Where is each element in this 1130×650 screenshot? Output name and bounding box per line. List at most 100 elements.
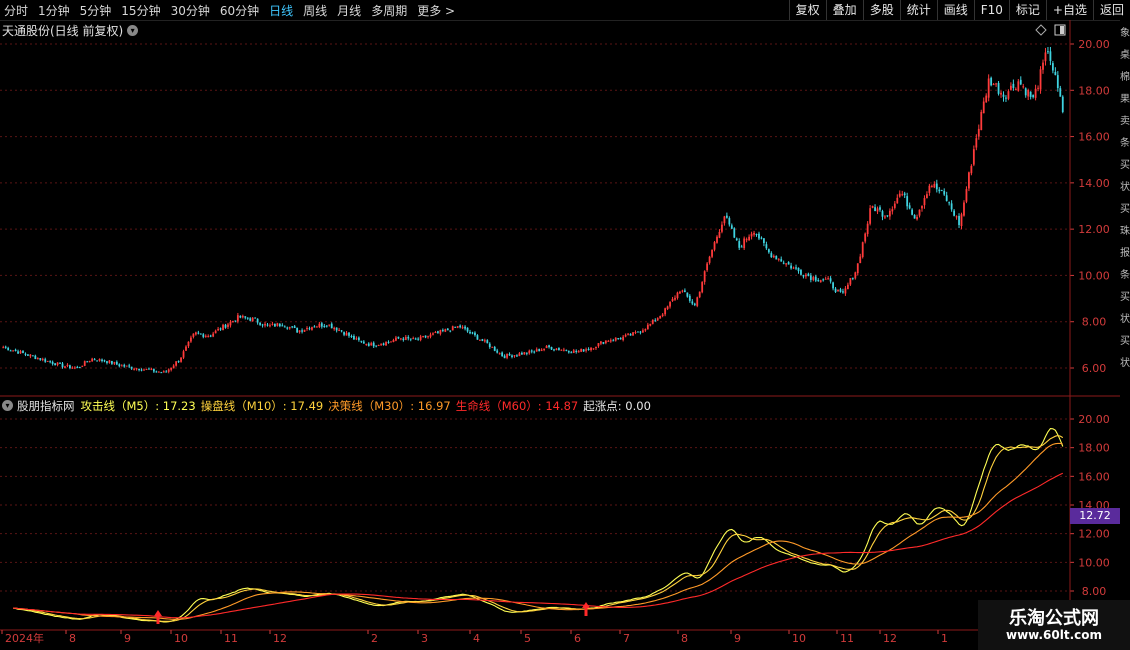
- candle-body: [380, 344, 383, 346]
- candle-body: [152, 369, 155, 372]
- candle-body: [580, 348, 583, 352]
- candle-body: [54, 363, 56, 366]
- candle-body: [661, 314, 664, 317]
- candle-body: [209, 335, 212, 337]
- candle-body: [301, 330, 303, 332]
- candle-body: [733, 228, 736, 238]
- candle-body: [69, 365, 71, 369]
- candle-body: [66, 364, 69, 366]
- candle-body: [926, 194, 928, 199]
- chart-title-bar: 天通股份(日线 前复权) ▾: [2, 22, 139, 38]
- candle-body: [686, 292, 689, 297]
- toolbar-button[interactable]: 复权: [788, 0, 826, 20]
- candle-body: [113, 362, 116, 364]
- period-tab[interactable]: 更多 >: [417, 2, 455, 19]
- candle-body: [471, 332, 474, 334]
- candle-body: [558, 348, 560, 350]
- candle-body: [1002, 94, 1005, 97]
- candle-body: [244, 316, 247, 318]
- period-tab[interactable]: 多周期: [371, 2, 407, 19]
- period-tab[interactable]: 分时: [4, 2, 28, 19]
- period-tab[interactable]: 5分钟: [80, 2, 112, 19]
- y-tick-label: 6.00: [1082, 362, 1107, 375]
- candle-body: [160, 372, 163, 374]
- candle-body: [1012, 83, 1015, 88]
- candle-body: [849, 278, 852, 285]
- toolbar-button[interactable]: 画线: [936, 0, 974, 20]
- candle-body: [187, 341, 190, 347]
- candle-body: [397, 336, 400, 339]
- candle-body: [871, 205, 874, 208]
- candle-body: [165, 371, 168, 373]
- candle-body: [683, 290, 686, 292]
- period-tab[interactable]: 60分钟: [220, 2, 259, 19]
- toolbar-button[interactable]: 标记: [1008, 0, 1046, 20]
- candle-body: [259, 322, 261, 325]
- candle-body: [172, 365, 175, 369]
- candle-body: [1049, 51, 1052, 62]
- candle-body: [498, 353, 501, 355]
- toolbar-button[interactable]: 返回: [1092, 0, 1130, 20]
- candle-body: [197, 332, 200, 334]
- candle-body: [377, 345, 380, 347]
- candle-body: [303, 329, 306, 332]
- toolbar-button[interactable]: 统计: [899, 0, 937, 20]
- strip-char: 报: [1120, 248, 1130, 259]
- candle-body: [1047, 51, 1049, 53]
- toolbar-button[interactable]: F10: [973, 0, 1009, 20]
- candle-body: [395, 337, 397, 341]
- candle-body: [748, 236, 751, 241]
- strip-char: 买: [1120, 292, 1130, 303]
- strip-char: 买: [1120, 336, 1130, 347]
- chevron-down-icon[interactable]: ▾: [127, 24, 139, 36]
- y-tick-label: 8.00: [1082, 316, 1107, 329]
- toolbar-button[interactable]: 叠加: [825, 0, 863, 20]
- candle-body: [7, 347, 10, 351]
- candle-body: [642, 330, 644, 333]
- candle-body: [814, 276, 817, 281]
- candle-body: [427, 336, 429, 338]
- candle-body: [735, 238, 738, 241]
- toolbar-button[interactable]: 多股: [862, 0, 900, 20]
- chevron-down-icon[interactable]: ▾: [2, 400, 13, 411]
- candle-body: [212, 333, 215, 337]
- candle-body: [138, 368, 140, 371]
- candle-body: [390, 341, 392, 343]
- period-tab[interactable]: 月线: [337, 2, 361, 19]
- candle-body: [765, 244, 768, 249]
- candle-body: [254, 317, 257, 319]
- period-tab[interactable]: 日线: [269, 2, 293, 19]
- candle-body: [856, 263, 859, 274]
- candle-body: [763, 238, 765, 243]
- candle-body: [520, 352, 523, 355]
- candle-body: [1054, 71, 1057, 76]
- candle-body: [844, 288, 847, 294]
- candle-body: [706, 263, 709, 271]
- candle-body: [948, 202, 951, 204]
- candle-body: [671, 298, 674, 302]
- candle-body: [222, 324, 224, 331]
- candle-body: [809, 275, 812, 280]
- candle-body: [34, 355, 37, 359]
- candle-body: [538, 349, 541, 352]
- candle-body: [619, 338, 622, 340]
- candle-body: [207, 336, 210, 338]
- candle-body: [323, 325, 326, 327]
- candle-body: [1000, 92, 1002, 95]
- candle-body: [881, 211, 884, 217]
- period-tab[interactable]: 30分钟: [171, 2, 210, 19]
- candlestick-chart[interactable]: 20.0018.0016.0014.0012.0010.008.006.00 2…: [0, 0, 1130, 650]
- period-tab[interactable]: 1分钟: [38, 2, 70, 19]
- candle-body: [177, 361, 180, 363]
- toolbar-button[interactable]: +自选: [1045, 0, 1093, 20]
- y-tick-label: 12.00: [1078, 528, 1110, 541]
- candle-body: [382, 343, 385, 345]
- candle-body: [903, 193, 906, 196]
- candle-body: [918, 209, 921, 216]
- period-tab[interactable]: 15分钟: [121, 2, 160, 19]
- period-tab[interactable]: 周线: [303, 2, 327, 19]
- candle-body: [135, 368, 138, 370]
- strip-char: 状: [1120, 182, 1130, 193]
- x-tick-label: 10: [174, 632, 188, 645]
- candle-body: [46, 360, 49, 362]
